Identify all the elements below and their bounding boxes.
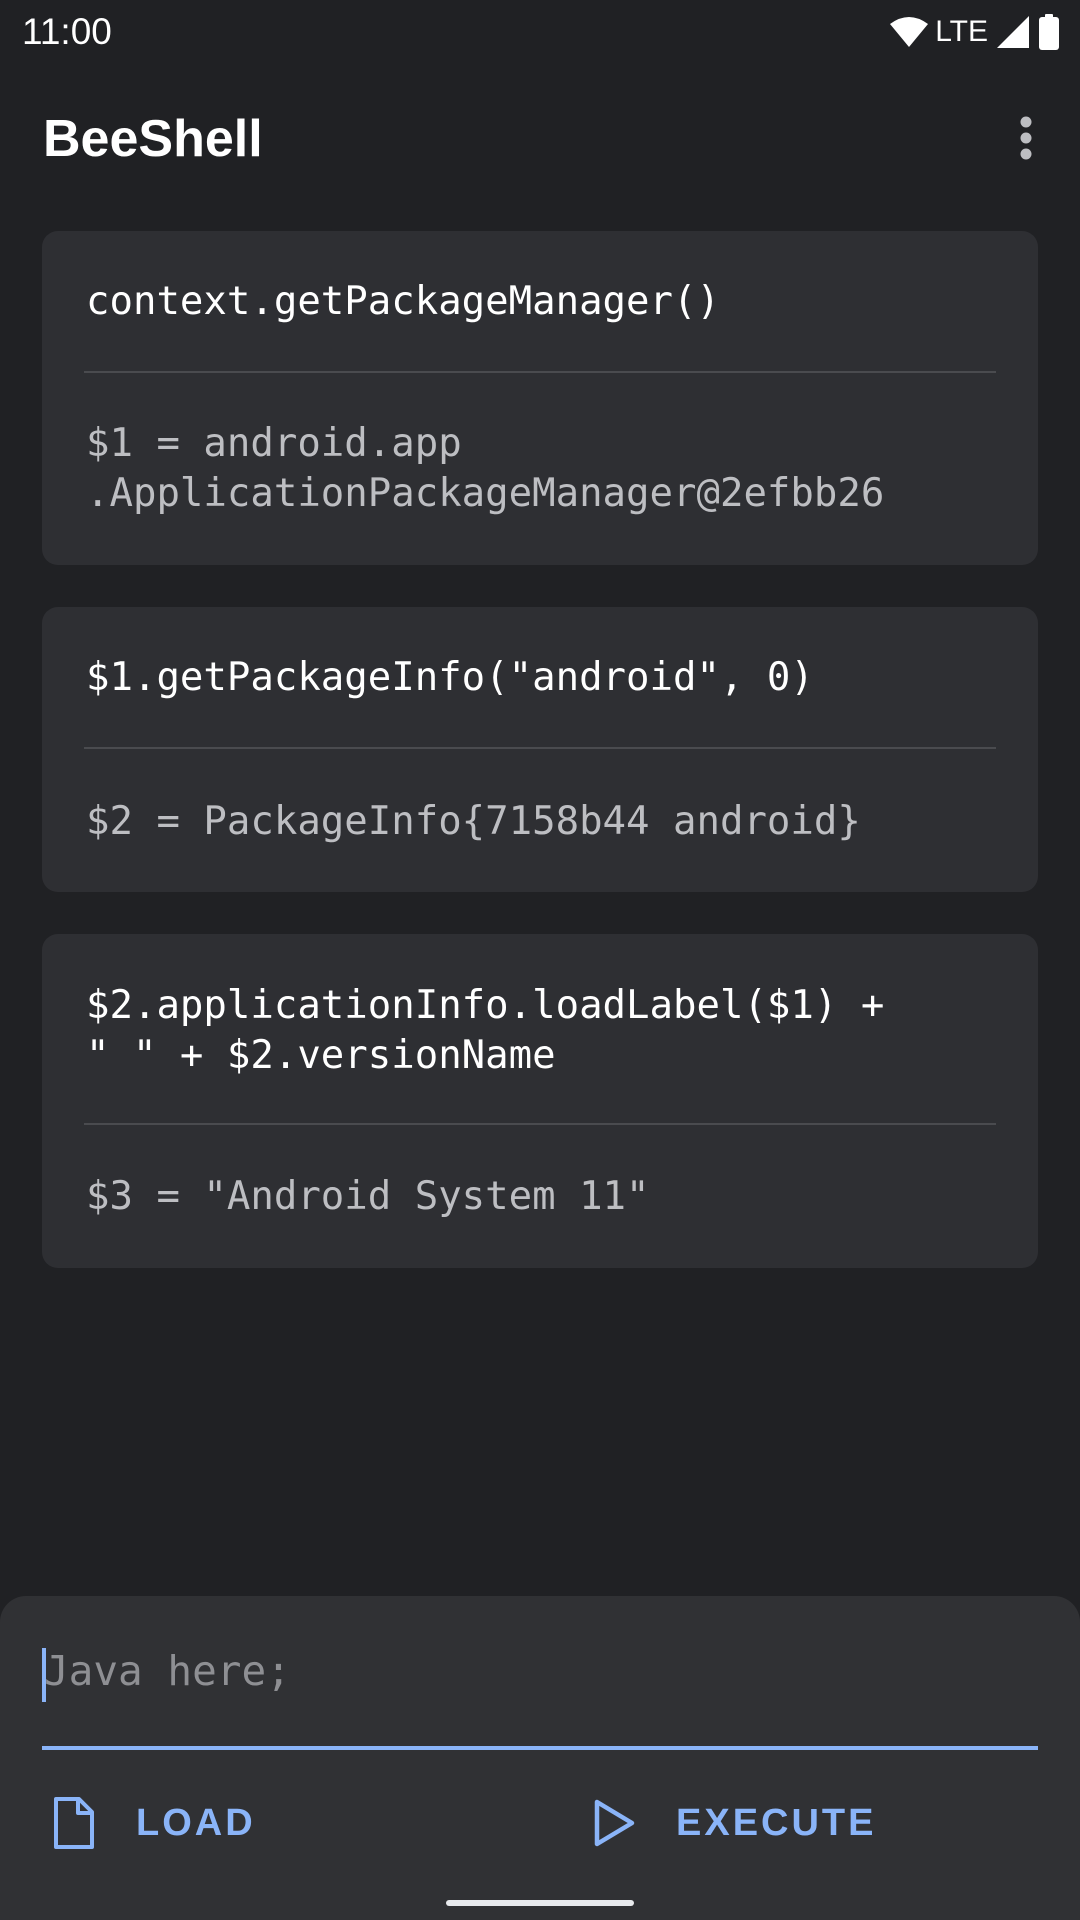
network-type: LTE: [935, 15, 988, 48]
execute-button[interactable]: EXECUTE: [580, 1774, 888, 1872]
play-icon: [594, 1799, 635, 1847]
text-caret: [42, 1648, 46, 1702]
battery-icon: [1039, 14, 1059, 50]
editor-panel: LOAD EXECUTE: [0, 1596, 1080, 1920]
input-underline: [42, 1746, 1038, 1750]
card-divider: [84, 747, 996, 749]
card-input: context.getPackageManager(): [86, 279, 720, 324]
app-bar: BeeShell: [0, 64, 1080, 214]
app-title: BeeShell: [43, 110, 263, 168]
card-divider: [84, 1123, 996, 1125]
history-card[interactable]: $2.applicationInfo.loadLabel($1) + " " +…: [42, 934, 1038, 1268]
file-icon: [54, 1797, 94, 1849]
load-label: LOAD: [136, 1801, 256, 1844]
status-bar: 11:00 LTE: [0, 0, 1080, 64]
card-input: $2.applicationInfo.loadLabel($1) + " " +…: [86, 983, 885, 1078]
overflow-menu-button[interactable]: [994, 106, 1058, 170]
execute-label: EXECUTE: [676, 1801, 877, 1844]
card-output: $1 = android.app .ApplicationPackageMana…: [86, 421, 885, 516]
history-card[interactable]: $1.getPackageInfo("android", 0) $2 = Pac…: [42, 607, 1038, 892]
wifi-icon: [890, 17, 929, 47]
status-time: 11:00: [22, 11, 112, 52]
card-output: $3 = "Android System 11": [86, 1174, 650, 1219]
status-icons: LTE: [881, 12, 1060, 52]
load-button[interactable]: LOAD: [40, 1774, 268, 1872]
card-output: $2 = PackageInfo{7158b44 android}: [86, 799, 861, 844]
card-input: $1.getPackageInfo("android", 0): [86, 655, 814, 700]
code-input[interactable]: [42, 1632, 1038, 1710]
more-vert-icon: [1020, 116, 1032, 160]
history-card[interactable]: context.getPackageManager() $1 = android…: [42, 231, 1038, 565]
gesture-nav-handle[interactable]: [446, 1900, 634, 1906]
signal-icon: [997, 16, 1029, 48]
card-divider: [84, 371, 996, 373]
